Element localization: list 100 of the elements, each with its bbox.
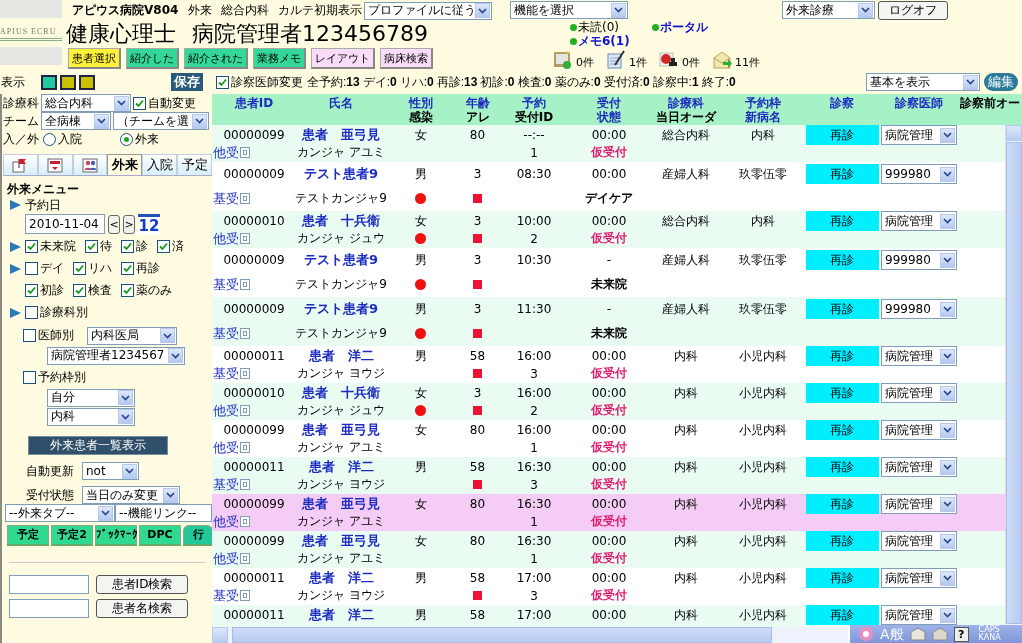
checkbox[interactable] — [73, 284, 86, 297]
patient-name[interactable]: 患者 亜弓見 — [302, 532, 380, 550]
quick-button[interactable]: DPC — [139, 524, 181, 546]
column-header[interactable]: 年齢 — [465, 96, 490, 110]
column-header[interactable]: 新病名 — [745, 110, 781, 124]
table-row[interactable]: 00000010 患者 十兵衛 女 3 10:00 00:00 総合内科 内科 再診 病院管理 他受 カンジャ ジュウ 2 仮受付 — [212, 211, 1005, 248]
table-row[interactable]: 00000099 患者 亜弓見 女 80 16:30 00:00 内科 小児内科 再診 病院管理 他受 カンジャ アユミ 1 仮受付 — [212, 494, 1005, 531]
horizontal-scrollbar[interactable] — [212, 627, 848, 643]
dropdown[interactable]: 基本を表示 — [866, 73, 980, 91]
dropdown[interactable]: 999980 — [881, 299, 957, 320]
dropdown[interactable]: --機能リンク-- — [115, 504, 212, 522]
exam-button[interactable]: 再診 — [805, 457, 879, 477]
dropdown[interactable]: 内科医局 — [87, 326, 177, 345]
checkbox[interactable] — [73, 262, 86, 275]
notice-link[interactable]: ポータル — [660, 20, 708, 34]
patient-name[interactable]: 患者 亜弓見 — [302, 126, 380, 144]
receipt-link[interactable]: 基受 — [213, 189, 239, 208]
checkbox[interactable] — [216, 75, 229, 89]
table-row[interactable]: 00000099 患者 亜弓見 女 80 16:30 00:00 内科 小児内科 再診 病院管理 他受 カンジャ アユミ 1 仮受付 — [212, 531, 1005, 568]
dropdown[interactable]: 病院管理者1234567 — [47, 346, 185, 365]
dropdown[interactable]: 機能を選択 — [510, 1, 628, 19]
radio-button[interactable] — [120, 132, 133, 146]
color-swatch[interactable] — [41, 74, 57, 90]
exam-button[interactable]: 再診 — [805, 531, 879, 551]
dropdown[interactable]: not — [82, 462, 139, 480]
exam-button[interactable]: 再診 — [805, 494, 879, 514]
dropdown[interactable]: --外来タブ-- — [5, 504, 115, 522]
tab[interactable]: 外来 — [107, 154, 143, 175]
patient-name[interactable]: 患者 亜弓見 — [302, 421, 380, 439]
checkbox[interactable] — [23, 371, 36, 384]
exam-button[interactable]: 再診 — [805, 164, 879, 185]
dropdown[interactable]: 総合内科 — [41, 94, 131, 112]
dropdown[interactable]: 999980 — [881, 250, 957, 271]
quick-button[interactable]: 行 — [183, 524, 212, 546]
tab[interactable] — [72, 154, 108, 175]
column-header[interactable]: 予約枠 — [745, 96, 781, 110]
checkbox[interactable] — [25, 306, 38, 319]
patient-name[interactable]: 患者 十兵衛 — [302, 212, 380, 230]
dropdown[interactable]: 当日のみ変更 — [82, 486, 180, 504]
exam-button[interactable]: 再診 — [805, 568, 879, 588]
dropdown[interactable]: 999980 — [881, 164, 957, 185]
tab[interactable] — [37, 154, 73, 175]
receipt-link[interactable]: 他受 — [213, 512, 239, 531]
receipt-link[interactable]: 基受 — [213, 586, 239, 605]
checkbox[interactable] — [25, 262, 38, 275]
patient-name[interactable]: 患者 亜弓見 — [302, 495, 380, 513]
exam-button[interactable]: 再診 — [805, 383, 879, 403]
logoff-button[interactable]: ログオフ — [878, 1, 948, 20]
column-header[interactable]: 診察 — [830, 96, 854, 110]
search-field[interactable] — [9, 598, 89, 618]
column-header[interactable]: 患者ID — [234, 96, 274, 110]
receipt-link[interactable]: 基受 — [213, 275, 239, 294]
exam-button[interactable]: 再診 — [805, 420, 879, 440]
receipt-link[interactable]: 基受 — [213, 324, 239, 343]
receipt-link[interactable]: 基受 — [213, 364, 239, 383]
previous-button[interactable]: < — [108, 214, 120, 234]
receipt-link[interactable]: 他受 — [213, 143, 239, 162]
patient-name[interactable]: 患者 洋二 — [308, 569, 374, 587]
color-swatch[interactable] — [60, 74, 76, 90]
dropdown[interactable]: 外来診療 — [782, 1, 875, 19]
dropdown[interactable]: 病院管理 — [881, 420, 957, 440]
receipt-link[interactable]: 他受 — [213, 549, 239, 568]
nav-button[interactable]: 病床検索 — [380, 48, 433, 69]
help-button[interactable]: ? — [953, 626, 969, 642]
checkbox[interactable] — [157, 240, 170, 253]
patient-name[interactable]: テスト患者9 — [303, 251, 378, 270]
patient-name[interactable]: テスト患者9 — [303, 300, 378, 319]
checkbox[interactable] — [121, 284, 134, 297]
tab[interactable]: 入院 — [142, 154, 178, 175]
patient-name[interactable]: 患者 洋二 — [308, 458, 374, 476]
tab[interactable] — [3, 154, 38, 175]
receipt-link[interactable]: 基受 — [213, 475, 239, 494]
patient-name[interactable]: テスト患者9 — [303, 165, 378, 184]
date-field[interactable]: 2010-11-04 — [25, 214, 105, 234]
dropdown[interactable]: 病院管理 — [881, 211, 957, 231]
search-button[interactable]: 患者名検索 — [96, 598, 188, 618]
color-swatch[interactable] — [79, 74, 95, 90]
radio-button[interactable] — [43, 132, 56, 146]
search-field[interactable] — [9, 574, 89, 594]
column-header[interactable]: 予約 — [522, 96, 546, 110]
exam-button[interactable]: 再診 — [805, 250, 879, 271]
tab[interactable]: 予定 — [177, 154, 212, 175]
column-header[interactable]: 性別 — [408, 96, 433, 110]
checkbox[interactable] — [25, 284, 38, 297]
quick-button[interactable]: 予定 — [7, 524, 49, 546]
quick-button[interactable]: 予定2 — [51, 524, 93, 546]
exam-button[interactable]: 再診 — [805, 605, 879, 625]
dropdown[interactable]: 内科 — [47, 407, 135, 426]
column-header[interactable]: 氏名 — [329, 96, 353, 110]
checkbox[interactable] — [85, 240, 98, 253]
patient-list-button[interactable]: 外来患者一覧表示 — [28, 435, 168, 455]
exam-button[interactable]: 再診 — [805, 346, 879, 366]
table-row[interactable]: 00000009 テスト患者9 男 3 11:30 - 産婦人科 玖零伍零 再診 999980 基受 テストカンジャ9 未来院 — [212, 297, 1005, 346]
dropdown[interactable]: プロファイルに従う — [364, 1, 493, 20]
dropdown[interactable]: 自分 — [47, 388, 135, 407]
nav-button[interactable]: 業務メモ — [253, 48, 306, 69]
checkbox[interactable] — [23, 329, 36, 342]
column-header[interactable]: 診療科 — [668, 96, 704, 110]
checkbox[interactable] — [25, 240, 38, 253]
receipt-link[interactable]: 他受 — [213, 438, 239, 457]
